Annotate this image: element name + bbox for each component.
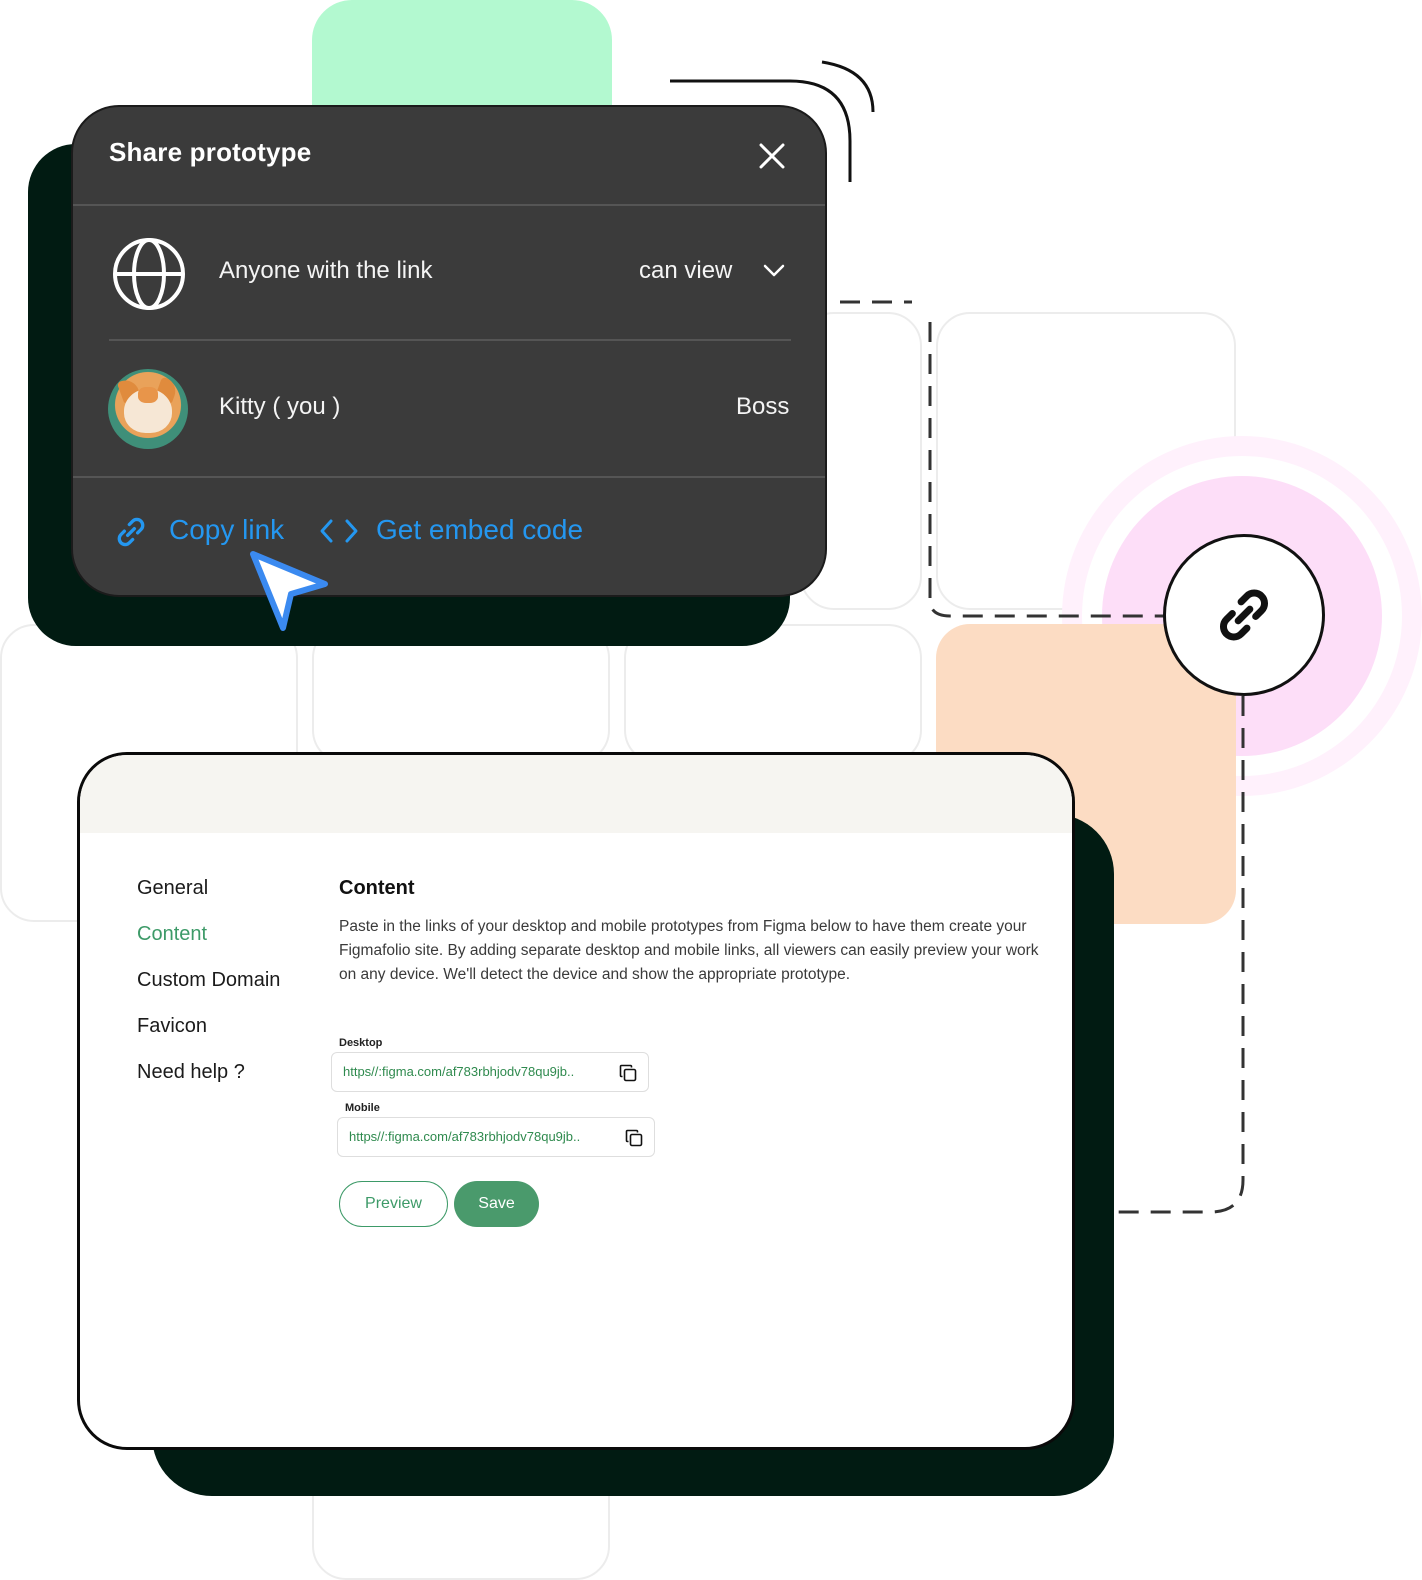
nav-item-favicon[interactable]: Favicon [137,1015,207,1038]
divider [109,339,791,341]
divider [73,476,825,478]
settings-panel: General Content Custom Domain Favicon Ne… [77,752,1075,1450]
copy-icon[interactable] [618,1063,638,1083]
access-label: Anyone with the link [219,257,433,284]
divider [73,204,825,206]
mobile-url-value: https//:figma.com/af783rbhjodv78qu9jb.. [349,1129,581,1144]
cursor-pointer-icon [250,551,328,631]
chevron-down-icon[interactable] [763,264,785,278]
share-dialog: Share prototype Anyone with the link can… [71,105,827,597]
close-icon[interactable] [757,141,787,171]
section-description: Paste in the links of your desktop and m… [339,918,1039,983]
mobile-label: Mobile [345,1102,380,1114]
settings-header [80,755,1072,833]
nav-item-need-help[interactable]: Need help ? [137,1061,245,1084]
save-button[interactable]: Save [454,1181,539,1227]
preview-button[interactable]: Preview [339,1181,448,1227]
copy-link-button[interactable]: Copy link [169,514,284,546]
nav-item-content[interactable]: Content [137,923,207,946]
section-title: Content [339,877,415,899]
permission-dropdown[interactable]: can view [639,257,732,285]
mobile-url-field[interactable]: https//:figma.com/af783rbhjodv78qu9jb.. [337,1117,655,1157]
link-badge [1163,534,1325,696]
link-icon [1220,589,1268,641]
nav-item-general[interactable]: General [137,877,208,900]
get-embed-code-button[interactable]: Get embed code [376,514,583,546]
desktop-url-value: https//:figma.com/af783rbhjodv78qu9jb.. [343,1064,575,1079]
desktop-url-field[interactable]: https//:figma.com/af783rbhjodv78qu9jb.. [331,1052,649,1092]
desktop-label: Desktop [339,1037,383,1049]
avatar [108,369,188,449]
globe-icon [113,238,185,310]
dialog-title: Share prototype [109,137,312,167]
nav-item-custom-domain[interactable]: Custom Domain [137,969,280,992]
code-icon[interactable] [319,517,359,545]
user-role: Boss [736,393,790,420]
link-icon[interactable] [111,512,151,552]
copy-icon[interactable] [624,1128,644,1148]
user-name: Kitty ( you ) [219,393,341,420]
